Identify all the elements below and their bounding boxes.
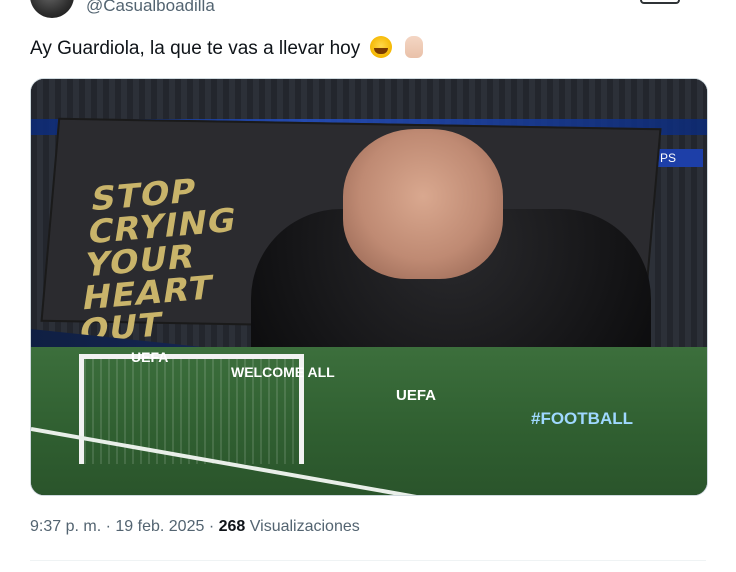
finger-emoji-icon xyxy=(404,36,423,58)
ad-football: #FOOTBALL xyxy=(531,409,633,428)
tweet-meta: 9:37 p. m. · 19 feb. 2025 · 268 Visualiz… xyxy=(30,518,360,536)
user-handle[interactable]: @Casualboadilla xyxy=(86,0,215,16)
tweet-text: Ay Guardiola, la que te vas a llevar hoy xyxy=(30,36,423,62)
divider xyxy=(30,560,706,561)
views-label: Visualizaciones xyxy=(249,518,360,535)
tweet-time[interactable]: 9:37 p. m. xyxy=(30,518,101,535)
ad-welcome-all: WELCOME ALL xyxy=(231,364,335,380)
views-count: 268 xyxy=(218,518,246,535)
meta-separator: · xyxy=(208,518,219,535)
tweet-text-content: Ay Guardiola, la que te vas a llevar hoy xyxy=(30,38,361,59)
more-options-icon[interactable] xyxy=(640,0,680,4)
ad-uefa: UEFA xyxy=(396,387,437,404)
ad-uefa: UEFA xyxy=(131,349,169,365)
tweet-header: @Casualboadilla xyxy=(0,0,736,24)
meta-separator: · xyxy=(105,518,116,535)
laughing-emoji-icon xyxy=(369,36,392,58)
person-face xyxy=(343,129,503,279)
tweet-date[interactable]: 19 feb. 2025 xyxy=(115,518,204,535)
tweet-image[interactable]: PS STOP CRYING YOUR HEART OUT UEFA WELCO… xyxy=(30,78,708,496)
avatar[interactable] xyxy=(30,0,74,18)
